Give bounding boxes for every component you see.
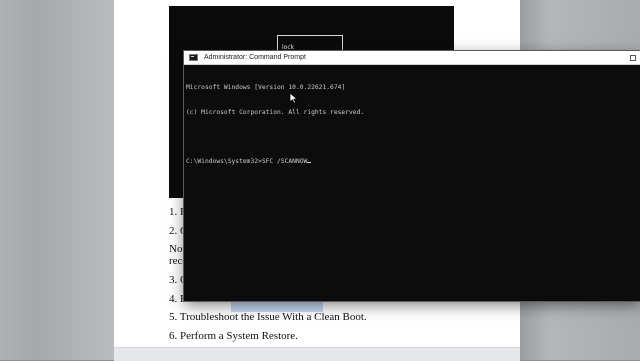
command-prompt-title-bar[interactable]: Administrator: Command Prompt bbox=[184, 51, 640, 65]
document-list-item-5: 5. Troubleshoot the Issue With a Clean B… bbox=[169, 311, 367, 323]
command-prompt-window[interactable]: Administrator: Command Prompt Microsoft … bbox=[184, 51, 640, 301]
console-prompt-line[interactable]: C:\Windows\System32>SFC /SCANNOW bbox=[186, 158, 640, 166]
background-left-panel bbox=[0, 0, 114, 360]
command-prompt-icon[interactable] bbox=[189, 54, 198, 61]
window-title: Administrator: Command Prompt bbox=[204, 54, 306, 61]
console-line-copyright: (c) Microsoft Corporation. All rights re… bbox=[186, 109, 365, 116]
browser-status-bar bbox=[114, 347, 520, 361]
document-list-item-6: 6. Perform a System Restore. bbox=[169, 330, 298, 342]
mouse-pointer-icon bbox=[289, 92, 298, 104]
console-line-version: Microsoft Windows [Version 10.0.22621.67… bbox=[186, 84, 346, 92]
maximize-icon[interactable] bbox=[630, 54, 636, 61]
console-command-input[interactable]: C:\Windows\System32>SFC /SCANNOW bbox=[186, 158, 307, 165]
text-cursor bbox=[307, 162, 311, 164]
console-output[interactable]: Microsoft Windows [Version 10.0.22621.67… bbox=[184, 65, 640, 183]
